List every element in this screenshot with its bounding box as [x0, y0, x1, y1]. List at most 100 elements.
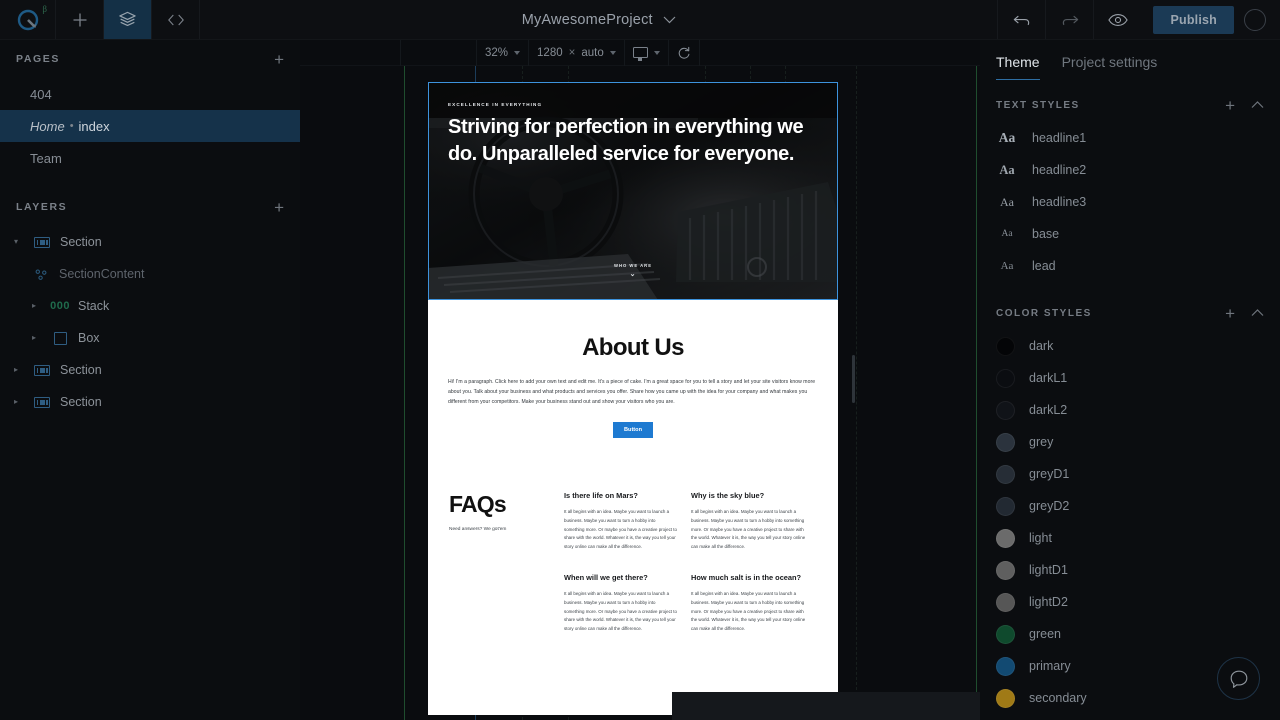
project-title-group[interactable]: MyAwesomeProject [200, 0, 997, 39]
code-button[interactable] [152, 0, 200, 39]
zoom-control[interactable]: 32% [477, 40, 528, 66]
color-swatch[interactable] [996, 592, 1015, 612]
app-logo-button[interactable]: β [0, 0, 56, 39]
add-button[interactable] [56, 0, 104, 39]
faq-item[interactable]: Why is the sky blue? It all begins with … [691, 491, 818, 552]
preview-button[interactable] [1093, 0, 1141, 39]
page-item-home[interactable]: Home • index [0, 110, 300, 142]
color-style-label: greyD2 [1029, 499, 1070, 513]
about-section[interactable]: About Us Hi! I'm a paragraph. Click here… [428, 300, 838, 438]
canvas-size-control[interactable]: 1280 × auto [529, 40, 624, 66]
triangle-right-icon[interactable]: ▸ [14, 366, 24, 374]
color-style-label: secondary [1029, 691, 1087, 705]
color-swatch[interactable] [996, 656, 1015, 676]
faqs-section[interactable]: FAQs Need answers? We got'em Is there li… [428, 438, 838, 655]
chevron-up-icon[interactable] [1251, 309, 1264, 317]
layer-row[interactable]: ▸ Section [0, 386, 300, 418]
layer-row[interactable]: SectionContent [0, 258, 300, 290]
color-swatch[interactable] [996, 400, 1015, 420]
section-icon [33, 396, 51, 408]
about-paragraph[interactable]: Hi! I'm a paragraph. Click here to add y… [448, 378, 818, 408]
color-style-row-dark[interactable]: dark [980, 330, 1280, 362]
redo-button[interactable] [1045, 0, 1093, 39]
add-text-style-button[interactable]: + [1225, 97, 1235, 114]
chevron-down-icon[interactable] [653, 50, 660, 55]
canvas-area[interactable]: 32% 1280 × auto EXCELLENCE IN EVERYTHING… [300, 40, 980, 720]
faq-item[interactable]: When will we get there? It all begins wi… [564, 573, 691, 634]
text-style-row-headline2[interactable]: Aa headline2 [980, 154, 1280, 186]
refresh-button[interactable] [669, 40, 699, 66]
color-swatch[interactable] [996, 560, 1015, 580]
text-style-row-lead[interactable]: Aa lead [980, 250, 1280, 282]
canvas-height-input[interactable]: auto [581, 47, 603, 59]
chevron-down-icon[interactable] [514, 50, 521, 55]
layer-row[interactable]: ▸ Section [0, 354, 300, 386]
page-item-404[interactable]: 404 [0, 78, 300, 110]
layer-row[interactable]: ▸ Box [0, 322, 300, 354]
hero-headline[interactable]: Striving for perfection in everything we… [448, 114, 818, 167]
triangle-right-icon[interactable]: ▸ [32, 334, 42, 342]
publish-button[interactable]: Publish [1153, 5, 1234, 34]
chevron-down-icon[interactable] [609, 50, 616, 55]
layers-button[interactable] [104, 0, 152, 39]
text-style-row-base[interactable]: Aa base [980, 218, 1280, 250]
color-style-label: primary [1029, 659, 1071, 673]
page-item-team[interactable]: Team [0, 142, 300, 174]
color-swatch[interactable] [996, 368, 1015, 388]
canvas-scrollbar[interactable] [852, 355, 855, 403]
faq-item[interactable]: How much salt is in the ocean? It all be… [691, 573, 818, 634]
color-style-row-darkL2[interactable]: darkL2 [980, 394, 1280, 426]
text-style-row-headline1[interactable]: Aa headline1 [980, 122, 1280, 154]
help-button[interactable] [1217, 657, 1260, 700]
layer-row[interactable]: ▾ Section [0, 226, 300, 258]
tab-theme[interactable]: Theme [996, 54, 1040, 80]
color-swatch[interactable] [996, 528, 1015, 548]
text-style-label: base [1032, 227, 1060, 241]
color-style-row-green[interactable]: green [980, 618, 1280, 650]
chevron-up-icon[interactable] [1251, 101, 1264, 109]
avatar[interactable] [1244, 8, 1266, 31]
color-style-row-greyD1[interactable]: greyD1 [980, 458, 1280, 490]
device-selector[interactable] [625, 40, 668, 66]
text-style-row-headline3[interactable]: Aa headline3 [980, 186, 1280, 218]
add-color-style-button[interactable]: + [1225, 305, 1235, 322]
color-style-row-lightD1[interactable]: lightD1 [980, 554, 1280, 586]
color-swatch[interactable] [996, 624, 1015, 644]
page-label: Home [30, 118, 65, 134]
color-style-row-light[interactable]: light [980, 522, 1280, 554]
color-swatch[interactable] [996, 496, 1015, 516]
desktop-icon[interactable] [632, 47, 648, 61]
add-page-button[interactable]: + [274, 51, 284, 68]
color-style-row-lightD2[interactable]: lightD2 [980, 586, 1280, 618]
color-swatch[interactable] [996, 336, 1015, 356]
pages-section-header: PAGES + [0, 40, 300, 78]
faq-item[interactable]: Is there life on Mars? It all begins wit… [564, 491, 691, 552]
tab-project-settings[interactable]: Project settings [1062, 54, 1158, 80]
app-root: β MyAwesomeProject Publish PAGES + 404 H… [0, 0, 1280, 720]
triangle-down-icon[interactable]: ▾ [14, 238, 24, 246]
hero-scroll-indicator[interactable]: WHO WE ARE ⌄ [428, 263, 838, 278]
canvas-width-input[interactable]: 1280 [537, 47, 563, 59]
chevron-down-icon[interactable] [663, 16, 676, 24]
content-icon [32, 268, 50, 281]
about-button[interactable]: Button [612, 421, 654, 438]
color-style-row-darkL1[interactable]: darkL1 [980, 362, 1280, 394]
refresh-icon [678, 46, 690, 59]
undo-button[interactable] [997, 0, 1045, 39]
layer-row[interactable]: ▸ 000 Stack [0, 290, 300, 322]
color-swatch[interactable] [996, 432, 1015, 452]
color-style-label: lightD1 [1029, 563, 1068, 577]
color-style-row-greyD2[interactable]: greyD2 [980, 490, 1280, 522]
hero-section[interactable]: EXCELLENCE IN EVERYTHING Striving for pe… [428, 82, 838, 300]
add-layer-button[interactable]: + [274, 199, 284, 216]
color-swatch[interactable] [996, 464, 1015, 484]
triangle-right-icon[interactable]: ▸ [14, 398, 24, 406]
color-swatch[interactable] [996, 688, 1015, 708]
zoom-value[interactable]: 32% [485, 47, 508, 59]
text-sample: Aa [998, 130, 1016, 145]
color-style-row-grey[interactable]: grey [980, 426, 1280, 458]
page-preview-frame[interactable]: EXCELLENCE IN EVERYTHING Striving for pe… [428, 82, 838, 715]
eye-icon [1108, 13, 1128, 26]
triangle-right-icon[interactable]: ▸ [32, 302, 42, 310]
faqs-heading: FAQs [449, 490, 507, 517]
